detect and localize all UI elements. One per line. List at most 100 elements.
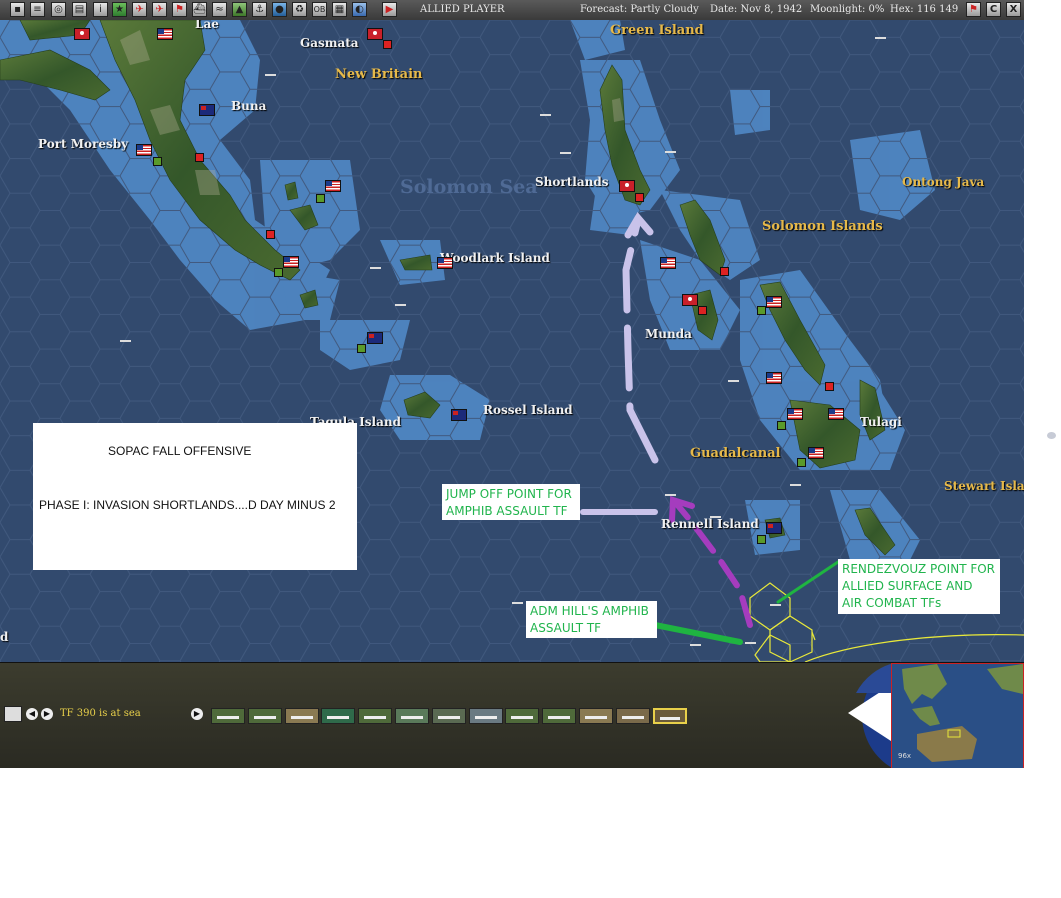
fighter-icon[interactable]: ✈ — [152, 2, 167, 17]
ship-button[interactable] — [358, 708, 393, 724]
task-force-marker[interactable] — [395, 300, 406, 306]
globe-icon[interactable]: ● — [272, 2, 287, 17]
target-icon[interactable]: ◎ — [51, 2, 66, 17]
task-force-marker[interactable] — [665, 490, 676, 496]
flag-icon[interactable]: ⚑ — [172, 2, 187, 17]
minimap[interactable]: 96x — [891, 663, 1024, 768]
japan-base-flag[interactable] — [619, 180, 635, 192]
flag-button[interactable]: ⚑ — [966, 2, 981, 17]
allied-base-marker[interactable] — [357, 344, 366, 353]
task-force-marker[interactable] — [370, 263, 381, 269]
japan-base-flag[interactable] — [367, 28, 383, 40]
overlay-icon[interactable]: ▦ — [332, 2, 347, 17]
us-base-flag[interactable] — [283, 256, 299, 268]
terrain-icon[interactable]: ▲ — [232, 2, 247, 17]
star-icon[interactable]: ★ — [112, 2, 127, 17]
enemy-base-marker[interactable] — [825, 382, 834, 391]
allied-base-marker[interactable] — [757, 306, 766, 315]
australia-base-flag[interactable] — [199, 104, 215, 116]
australia-base-flag[interactable] — [451, 409, 467, 421]
task-force-marker[interactable] — [690, 640, 701, 646]
japan-base-flag[interactable] — [74, 28, 90, 40]
label-munda: Munda — [645, 327, 692, 341]
label-gasmata: Gasmata — [300, 36, 359, 50]
report-icon[interactable]: ▤ — [72, 2, 87, 17]
australia-base-flag[interactable] — [367, 332, 383, 344]
allied-base-marker[interactable] — [316, 194, 325, 203]
previous-tf-icon[interactable]: ◀ — [26, 708, 38, 720]
allied-base-marker[interactable] — [777, 421, 786, 430]
ship-button[interactable] — [247, 708, 282, 724]
us-base-flag[interactable] — [136, 144, 152, 156]
task-force-marker[interactable] — [875, 33, 886, 39]
ship-button[interactable] — [468, 708, 503, 724]
ship-icon[interactable]: ⛴ — [192, 2, 207, 17]
jump-off-note: JUMP OFF POINT FOR AMPHIB ASSAULT TF — [442, 484, 580, 520]
close-button[interactable]: X — [1006, 2, 1021, 17]
label-ontong-java: Ontong Java — [902, 175, 985, 189]
enemy-base-marker[interactable] — [698, 306, 707, 315]
selected-task-force-marker[interactable] — [745, 638, 756, 644]
tf-list-icon[interactable] — [4, 706, 22, 722]
jump-off-line-2: AMPHIB ASSAULT TF — [446, 504, 568, 518]
selected-ship-button[interactable] — [652, 708, 687, 724]
us-base-flag[interactable] — [437, 257, 453, 269]
c-button[interactable]: C — [986, 2, 1001, 17]
ship-button[interactable] — [579, 708, 613, 724]
ship-button[interactable] — [615, 708, 650, 724]
task-force-marker[interactable] — [770, 600, 781, 606]
map-icon[interactable]: ▪ — [10, 2, 25, 17]
task-force-marker[interactable] — [540, 110, 551, 116]
allied-base-marker[interactable] — [153, 157, 162, 166]
task-force-marker[interactable] — [512, 598, 523, 604]
allied-base-marker[interactable] — [274, 268, 283, 277]
task-force-marker[interactable] — [710, 512, 721, 518]
allied-base-marker[interactable] — [757, 535, 766, 544]
task-force-marker[interactable] — [560, 148, 571, 154]
enemy-base-marker[interactable] — [635, 193, 644, 202]
moon-icon[interactable]: ◐ — [352, 2, 367, 17]
operation-summary-box: SOPAC FALL OFFENSIVE PHASE I: INVASION S… — [33, 423, 357, 570]
play-icon[interactable]: ▶ — [382, 2, 397, 17]
port-icon[interactable]: ⚓ — [252, 2, 267, 17]
allied-base-marker[interactable] — [797, 458, 806, 467]
us-base-flag[interactable] — [808, 447, 824, 459]
task-force-marker[interactable] — [265, 70, 276, 76]
task-force-marker[interactable] — [665, 147, 676, 153]
ship-button[interactable] — [284, 708, 319, 724]
australia-base-flag[interactable] — [766, 522, 782, 534]
us-base-flag[interactable] — [157, 28, 173, 40]
us-base-flag[interactable] — [828, 408, 844, 420]
next-tf-icon[interactable]: ▶ — [41, 708, 53, 720]
airplane-icon[interactable]: ✈ — [132, 2, 147, 17]
us-base-flag[interactable] — [766, 296, 782, 308]
list-icon[interactable]: ≡ — [30, 2, 45, 17]
recycle-icon[interactable]: ♻ — [292, 2, 307, 17]
task-force-marker[interactable] — [728, 376, 739, 382]
ship-button[interactable] — [395, 708, 429, 724]
task-force-marker[interactable] — [120, 336, 131, 342]
us-base-flag[interactable] — [660, 257, 676, 269]
ship-list-play-icon[interactable]: ▶ — [191, 708, 203, 720]
ship-button[interactable] — [211, 708, 245, 724]
ship-button[interactable] — [321, 708, 356, 724]
ship-button[interactable] — [542, 708, 577, 724]
ship-button[interactable] — [431, 708, 466, 724]
us-base-flag[interactable] — [787, 408, 803, 420]
label-new-britain: New Britain — [335, 67, 423, 82]
enemy-base-marker[interactable] — [720, 267, 729, 276]
ship-button[interactable] — [505, 708, 540, 724]
japan-base-flag[interactable] — [682, 294, 698, 306]
jump-off-line-1: JUMP OFF POINT FOR — [446, 487, 572, 501]
enemy-base-marker[interactable] — [195, 153, 204, 162]
intel-icon[interactable]: i — [93, 2, 108, 17]
adm-hill-line-2: ASSAULT TF — [530, 621, 602, 635]
us-base-flag[interactable] — [766, 372, 782, 384]
task-force-marker[interactable] — [790, 480, 801, 486]
ob-icon[interactable]: OB — [312, 2, 327, 17]
enemy-base-marker[interactable] — [383, 40, 392, 49]
enemy-base-marker[interactable] — [266, 230, 275, 239]
us-base-flag[interactable] — [325, 180, 341, 192]
label-rennell-island: Rennell Island — [661, 517, 759, 531]
river-icon[interactable]: ≈ — [212, 2, 227, 17]
